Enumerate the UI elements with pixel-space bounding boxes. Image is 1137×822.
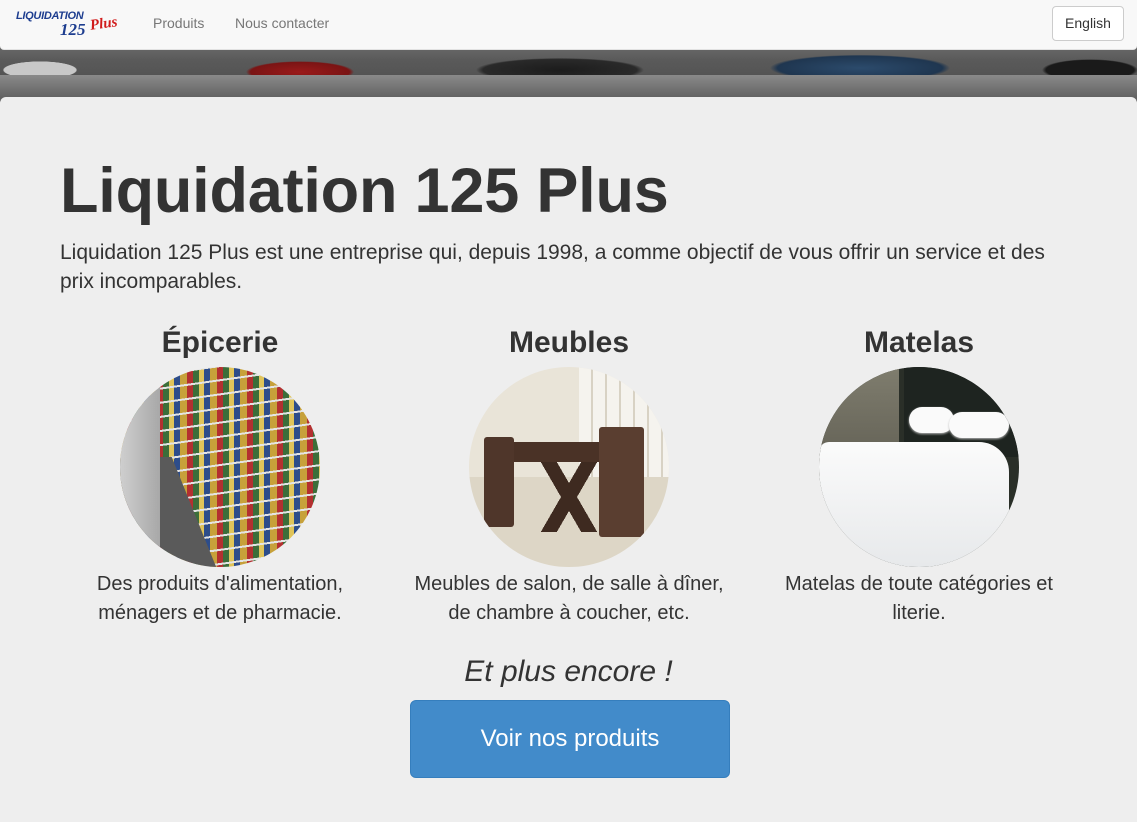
category-description: Matelas de toute catégories et literie. xyxy=(785,573,1053,624)
view-products-button[interactable]: Voir nos produits xyxy=(410,700,730,778)
category-description: Des produits d'alimentation, ménagers et… xyxy=(96,573,344,624)
bed-image xyxy=(819,367,1019,567)
category-description: Meubles de salon, de salle à dîner, de c… xyxy=(414,573,724,624)
logo-text-plus: Plus xyxy=(88,14,119,34)
page-title: Liquidation 125 Plus xyxy=(60,156,669,226)
brand-logo[interactable]: LIQUIDATION 125 Plus xyxy=(14,8,126,40)
category-title: Matelas xyxy=(863,326,975,359)
jumbotron: Liquidation 125 Plus Liquidation 125 Plu… xyxy=(0,97,1137,822)
grocery-aisle-image xyxy=(120,367,320,567)
dining-table-image xyxy=(469,367,669,567)
category-meubles: Meubles Meubles de salon, de salle à dîn… xyxy=(389,324,749,628)
logo-text-125: 125 xyxy=(60,20,86,39)
more-text: Et plus encore ! xyxy=(464,655,673,688)
category-title: Meubles xyxy=(508,326,630,359)
category-matelas: Matelas Matelas de toute catégories et l… xyxy=(739,324,1099,628)
nav-link-produits[interactable]: Produits xyxy=(153,15,204,31)
category-epicerie: Épicerie Des produits d'alimentation, mé… xyxy=(40,324,400,628)
intro-text: Liquidation 125 Plus est une entreprise … xyxy=(60,241,1045,293)
nav-link-contact[interactable]: Nous contacter xyxy=(235,15,329,31)
navbar: LIQUIDATION 125 Plus Produits Nous conta… xyxy=(0,0,1137,50)
language-toggle-button[interactable]: English xyxy=(1052,6,1124,41)
category-title: Épicerie xyxy=(161,326,279,359)
